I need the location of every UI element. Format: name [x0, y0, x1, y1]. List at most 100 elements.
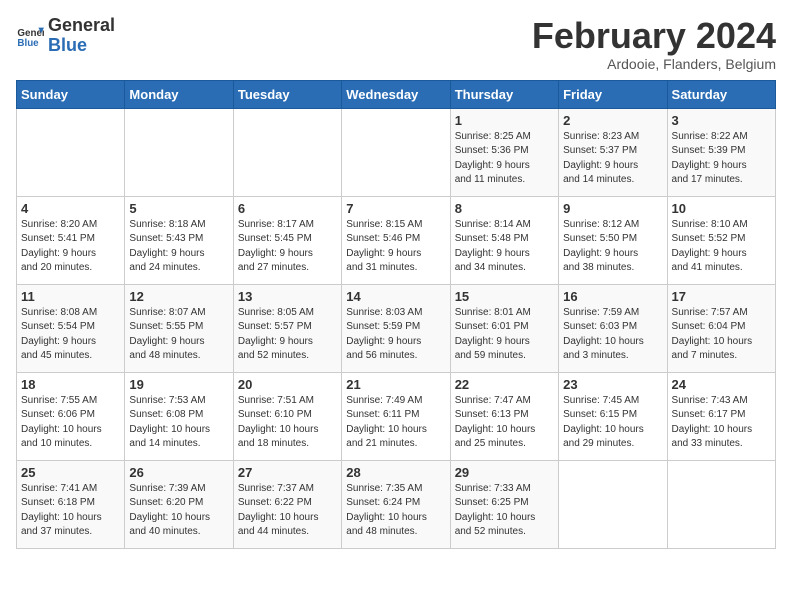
day-number: 1 — [455, 113, 554, 128]
day-info: Sunrise: 8:01 AM Sunset: 6:01 PM Dayligh… — [455, 306, 554, 364]
calendar-cell — [233, 108, 341, 196]
day-number: 12 — [129, 289, 228, 304]
day-info: Sunrise: 7:37 AM Sunset: 6:22 PM Dayligh… — [238, 482, 337, 540]
calendar-cell: 16Sunrise: 7:59 AM Sunset: 6:03 PM Dayli… — [559, 284, 667, 372]
calendar-cell: 19Sunrise: 7:53 AM Sunset: 6:08 PM Dayli… — [125, 372, 233, 460]
calendar-cell: 20Sunrise: 7:51 AM Sunset: 6:10 PM Dayli… — [233, 372, 341, 460]
calendar-cell — [342, 108, 450, 196]
calendar-cell: 14 Sunrise: 8:03 AM Sunset: 5:59 PM Dayli… — [342, 284, 450, 372]
day-info: Sunrise: 7:35 AM Sunset: 6:24 PM Dayligh… — [346, 482, 445, 540]
day-number: 27 — [238, 465, 337, 480]
location: Ardooie, Flanders, Belgium — [532, 56, 776, 72]
day-info: Sunrise: 8:03 AM Sunset: 5:59 PM Dayligh… — [346, 306, 445, 364]
calendar-cell: 3 Sunrise: 8:22 AM Sunset: 5:39 PM Daylig… — [667, 108, 775, 196]
calendar-table: SundayMondayTuesdayWednesdayThursdayFrid… — [16, 80, 776, 549]
day-info: Sunrise: 7:39 AM Sunset: 6:20 PM Dayligh… — [129, 482, 228, 540]
day-header-tuesday: Tuesday — [233, 80, 341, 108]
svg-text:Blue: Blue — [17, 38, 39, 49]
page-header: General Blue General Blue February 2024 … — [16, 16, 776, 72]
day-info: Sunrise: 8:20 AM Sunset: 5:41 PM Dayligh… — [21, 218, 120, 276]
day-number: 3 — [672, 113, 771, 128]
week-row-1: 1 Sunrise: 8:25 AM Sunset: 5:36 PM Daylig… — [17, 108, 776, 196]
day-number: 21 — [346, 377, 445, 392]
calendar-cell: 27 Sunrise: 7:37 AM Sunset: 6:22 PM Dayli… — [233, 460, 341, 548]
day-info: Sunrise: 8:17 AM Sunset: 5:45 PM Dayligh… — [238, 218, 337, 276]
week-row-3: 11Sunrise: 8:08 AM Sunset: 5:54 PM Dayli… — [17, 284, 776, 372]
day-number: 5 — [129, 201, 228, 216]
day-info: Sunrise: 7:57 AM Sunset: 6:04 PM Dayligh… — [672, 306, 771, 364]
logo-line1: General — [48, 16, 115, 36]
day-info: Sunrise: 8:12 AM Sunset: 5:50 PM Dayligh… — [563, 218, 662, 276]
day-info: Sunrise: 8:18 AM Sunset: 5:43 PM Dayligh… — [129, 218, 228, 276]
logo-line2: Blue — [48, 36, 115, 56]
logo: General Blue General Blue — [16, 16, 115, 56]
day-info: Sunrise: 7:47 AM Sunset: 6:13 PM Dayligh… — [455, 394, 554, 452]
day-header-saturday: Saturday — [667, 80, 775, 108]
day-header-wednesday: Wednesday — [342, 80, 450, 108]
calendar-cell: 2 Sunrise: 8:23 AM Sunset: 5:37 PM Daylig… — [559, 108, 667, 196]
day-number: 4 — [21, 201, 120, 216]
day-number: 22 — [455, 377, 554, 392]
calendar-cell: 1 Sunrise: 8:25 AM Sunset: 5:36 PM Daylig… — [450, 108, 558, 196]
day-info: Sunrise: 8:14 AM Sunset: 5:48 PM Dayligh… — [455, 218, 554, 276]
day-number: 7 — [346, 201, 445, 216]
calendar-cell: 26Sunrise: 7:39 AM Sunset: 6:20 PM Dayli… — [125, 460, 233, 548]
day-header-thursday: Thursday — [450, 80, 558, 108]
calendar-cell: 4 Sunrise: 8:20 AM Sunset: 5:41 PM Daylig… — [17, 196, 125, 284]
day-info: Sunrise: 8:23 AM Sunset: 5:37 PM Dayligh… — [563, 130, 662, 188]
calendar-cell: 8 Sunrise: 8:14 AM Sunset: 5:48 PM Daylig… — [450, 196, 558, 284]
day-number: 2 — [563, 113, 662, 128]
calendar-cell: 28Sunrise: 7:35 AM Sunset: 6:24 PM Dayli… — [342, 460, 450, 548]
day-number: 29 — [455, 465, 554, 480]
calendar-cell: 11Sunrise: 8:08 AM Sunset: 5:54 PM Dayli… — [17, 284, 125, 372]
calendar-cell: 23Sunrise: 7:45 AM Sunset: 6:15 PM Dayli… — [559, 372, 667, 460]
calendar-cell: 17 Sunrise: 7:57 AM Sunset: 6:04 PM Dayli… — [667, 284, 775, 372]
title-block: February 2024 Ardooie, Flanders, Belgium — [532, 16, 776, 72]
day-number: 25 — [21, 465, 120, 480]
calendar-cell: 10Sunrise: 8:10 AM Sunset: 5:52 PM Dayli… — [667, 196, 775, 284]
day-info: Sunrise: 8:22 AM Sunset: 5:39 PM Dayligh… — [672, 130, 771, 188]
day-info: Sunrise: 8:15 AM Sunset: 5:46 PM Dayligh… — [346, 218, 445, 276]
day-info: Sunrise: 7:45 AM Sunset: 6:15 PM Dayligh… — [563, 394, 662, 452]
calendar-cell: 7 Sunrise: 8:15 AM Sunset: 5:46 PM Daylig… — [342, 196, 450, 284]
day-info: Sunrise: 8:25 AM Sunset: 5:36 PM Dayligh… — [455, 130, 554, 188]
calendar-cell — [17, 108, 125, 196]
day-info: Sunrise: 7:49 AM Sunset: 6:11 PM Dayligh… — [346, 394, 445, 452]
day-number: 18 — [21, 377, 120, 392]
calendar-cell: 25 Sunrise: 7:41 AM Sunset: 6:18 PM Dayli… — [17, 460, 125, 548]
calendar-cell: 5 Sunrise: 8:18 AM Sunset: 5:43 PM Daylig… — [125, 196, 233, 284]
day-number: 14 — [346, 289, 445, 304]
calendar-header-row: SundayMondayTuesdayWednesdayThursdayFrid… — [17, 80, 776, 108]
day-info: Sunrise: 8:05 AM Sunset: 5:57 PM Dayligh… — [238, 306, 337, 364]
day-number: 13 — [238, 289, 337, 304]
week-row-2: 4 Sunrise: 8:20 AM Sunset: 5:41 PM Daylig… — [17, 196, 776, 284]
day-number: 15 — [455, 289, 554, 304]
day-header-friday: Friday — [559, 80, 667, 108]
day-info: Sunrise: 7:55 AM Sunset: 6:06 PM Dayligh… — [21, 394, 120, 452]
calendar-cell: 12 Sunrise: 8:07 AM Sunset: 5:55 PM Dayli… — [125, 284, 233, 372]
day-number: 10 — [672, 201, 771, 216]
day-number: 9 — [563, 201, 662, 216]
calendar-cell — [125, 108, 233, 196]
day-number: 17 — [672, 289, 771, 304]
calendar-cell: 22 Sunrise: 7:47 AM Sunset: 6:13 PM Dayli… — [450, 372, 558, 460]
calendar-cell — [667, 460, 775, 548]
day-number: 6 — [238, 201, 337, 216]
day-info: Sunrise: 7:43 AM Sunset: 6:17 PM Dayligh… — [672, 394, 771, 452]
day-info: Sunrise: 7:53 AM Sunset: 6:08 PM Dayligh… — [129, 394, 228, 452]
calendar-cell: 24Sunrise: 7:43 AM Sunset: 6:17 PM Dayli… — [667, 372, 775, 460]
calendar-cell: 6 Sunrise: 8:17 AM Sunset: 5:45 PM Daylig… — [233, 196, 341, 284]
day-info: Sunrise: 7:41 AM Sunset: 6:18 PM Dayligh… — [21, 482, 120, 540]
week-row-5: 25 Sunrise: 7:41 AM Sunset: 6:18 PM Dayli… — [17, 460, 776, 548]
calendar-cell — [559, 460, 667, 548]
day-info: Sunrise: 7:59 AM Sunset: 6:03 PM Dayligh… — [563, 306, 662, 364]
calendar-body: 1 Sunrise: 8:25 AM Sunset: 5:36 PM Daylig… — [17, 108, 776, 548]
calendar-cell: 15 Sunrise: 8:01 AM Sunset: 6:01 PM Dayli… — [450, 284, 558, 372]
day-info: Sunrise: 8:08 AM Sunset: 5:54 PM Dayligh… — [21, 306, 120, 364]
month-title: February 2024 — [532, 16, 776, 56]
calendar-cell: 18 Sunrise: 7:55 AM Sunset: 6:06 PM Dayli… — [17, 372, 125, 460]
day-header-sunday: Sunday — [17, 80, 125, 108]
day-info: Sunrise: 8:07 AM Sunset: 5:55 PM Dayligh… — [129, 306, 228, 364]
day-info: Sunrise: 7:51 AM Sunset: 6:10 PM Dayligh… — [238, 394, 337, 452]
day-number: 8 — [455, 201, 554, 216]
